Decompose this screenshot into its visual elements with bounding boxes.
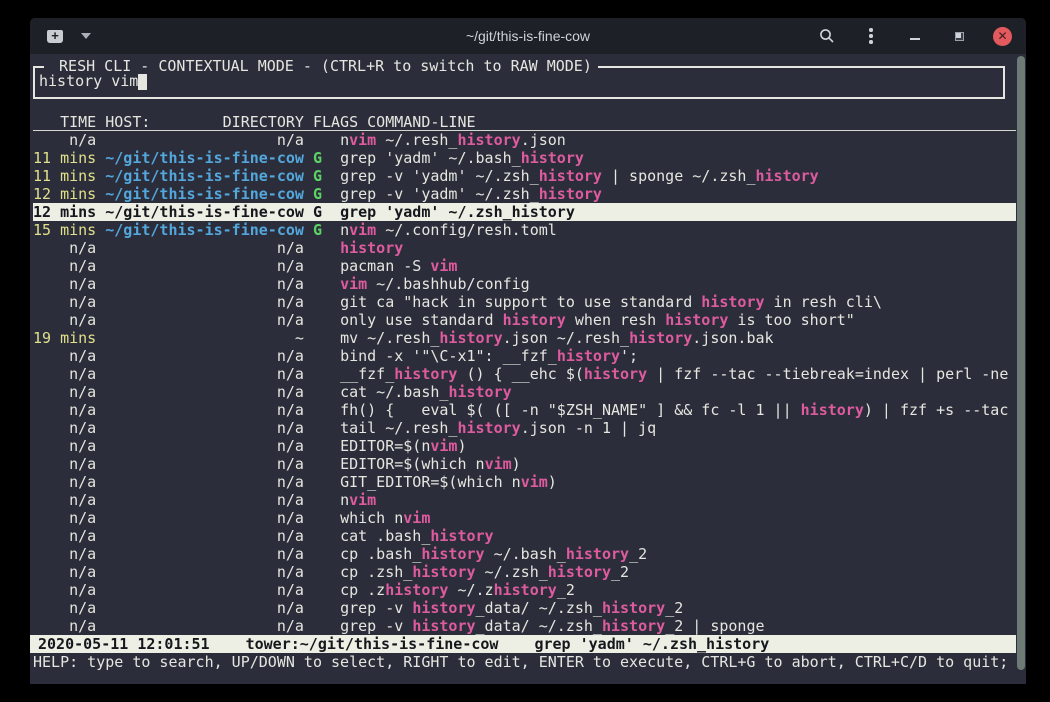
search-input[interactable]: history vim xyxy=(39,72,147,90)
status-timestamp: 2020-05-11 12:01:51 xyxy=(38,635,210,653)
help-bar: HELP: type to search, UP/DOWN to select,… xyxy=(33,653,1008,671)
terminal-screen: RESH CLI - CONTEXTUAL MODE - (CTRL+R to … xyxy=(30,54,1026,684)
tab-dropdown-button[interactable] xyxy=(76,26,96,46)
text-cursor-block xyxy=(138,74,147,90)
minimize-icon xyxy=(910,38,920,40)
history-row[interactable]: n/a n/a git ca "hack in support to use s… xyxy=(33,293,1016,311)
status-host-path: tower:~/git/this-is-fine-cow xyxy=(210,635,499,653)
history-row[interactable]: 12 mins ~/git/this-is-fine-cow G grep 'y… xyxy=(33,203,1016,221)
history-row[interactable]: n/a n/a nvim xyxy=(33,491,1016,509)
history-row[interactable]: 15 mins ~/git/this-is-fine-cow G nvim ~/… xyxy=(33,221,1016,239)
search-panel: RESH CLI - CONTEXTUAL MODE - (CTRL+R to … xyxy=(33,66,1005,99)
history-row[interactable]: 19 mins ~ mv ~/.resh_history.json ~/.res… xyxy=(33,329,1016,347)
history-row[interactable]: n/a n/a only use standard history when r… xyxy=(33,311,1016,329)
history-list: TIME HOST: DIRECTORY FLAGS COMMAND-LINE … xyxy=(33,113,1016,635)
scrollbar[interactable] xyxy=(1017,56,1025,670)
history-row[interactable]: n/a n/a grep -v history_data/ ~/.zsh_his… xyxy=(33,617,1016,635)
dropdown-caret-icon xyxy=(81,33,91,39)
history-row[interactable]: n/a n/a EDITOR=$(which nvim) xyxy=(33,455,1016,473)
history-row[interactable]: n/a n/a tail ~/.resh_history.json -n 1 |… xyxy=(33,419,1016,437)
history-row[interactable]: 12 mins ~/git/this-is-fine-cow G grep -v… xyxy=(33,185,1016,203)
menu-button[interactable] xyxy=(861,26,881,46)
history-row[interactable]: n/a n/a vim ~/.bashhub/config xyxy=(33,275,1016,293)
history-row[interactable]: n/a n/a cat .bash_history xyxy=(33,527,1016,545)
history-row[interactable]: n/a n/a bind -x '"\C-x1": __fzf_history'… xyxy=(33,347,1016,365)
search-icon xyxy=(819,28,835,44)
history-row[interactable]: n/a n/a pacman -S vim xyxy=(33,257,1016,275)
status-bar: 2020-05-11 12:01:51tower:~/git/this-is-f… xyxy=(30,635,1016,653)
history-row[interactable]: n/a n/a fh() { eval $( ([ -n "$ZSH_NAME"… xyxy=(33,401,1016,419)
history-row[interactable]: n/a n/a cp .bash_history ~/.bash_history… xyxy=(33,545,1016,563)
history-row[interactable]: 11 mins ~/git/this-is-fine-cow G grep -v… xyxy=(33,167,1016,185)
table-header: TIME HOST: DIRECTORY FLAGS COMMAND-LINE xyxy=(33,113,1016,131)
history-row[interactable]: 11 mins ~/git/this-is-fine-cow G grep 'y… xyxy=(33,149,1016,167)
close-button[interactable]: ✕ xyxy=(993,27,1012,46)
history-row[interactable]: n/a n/a EDITOR=$(nvim) xyxy=(33,437,1016,455)
terminal-window: ~/git/this-is-fine-cow ✕ xyxy=(30,18,1026,684)
maximize-button[interactable] xyxy=(949,26,969,46)
history-row[interactable]: n/a n/a which nvim xyxy=(33,509,1016,527)
history-row[interactable]: n/a n/a cat ~/.bash_history xyxy=(33,383,1016,401)
new-tab-button[interactable] xyxy=(44,26,66,46)
history-row[interactable]: n/a n/a nvim ~/.resh_history.json xyxy=(33,131,1016,149)
scrollbar-thumb[interactable] xyxy=(1017,56,1025,670)
history-row[interactable]: n/a n/a __fzf_history () { __ehc $(histo… xyxy=(33,365,1016,383)
history-row[interactable]: n/a n/a grep -v history_data/ ~/.zsh_his… xyxy=(33,599,1016,617)
titlebar: ~/git/this-is-fine-cow ✕ xyxy=(30,18,1026,54)
search-button[interactable] xyxy=(817,26,837,46)
history-row[interactable]: n/a n/a history xyxy=(33,239,1016,257)
history-row[interactable]: n/a n/a cp .zhistory ~/.zhistory_2 xyxy=(33,581,1016,599)
history-row[interactable]: n/a n/a cp .zsh_history ~/.zsh_history_2 xyxy=(33,563,1016,581)
close-icon: ✕ xyxy=(997,30,1007,42)
maximize-icon xyxy=(955,32,964,41)
kebab-menu-icon xyxy=(869,28,873,44)
minimize-button[interactable] xyxy=(905,26,925,46)
status-command: grep 'yadm' ~/.zsh_history xyxy=(498,635,769,653)
new-tab-icon xyxy=(47,30,63,43)
history-row[interactable]: n/a n/a GIT_EDITOR=$(which nvim) xyxy=(33,473,1016,491)
